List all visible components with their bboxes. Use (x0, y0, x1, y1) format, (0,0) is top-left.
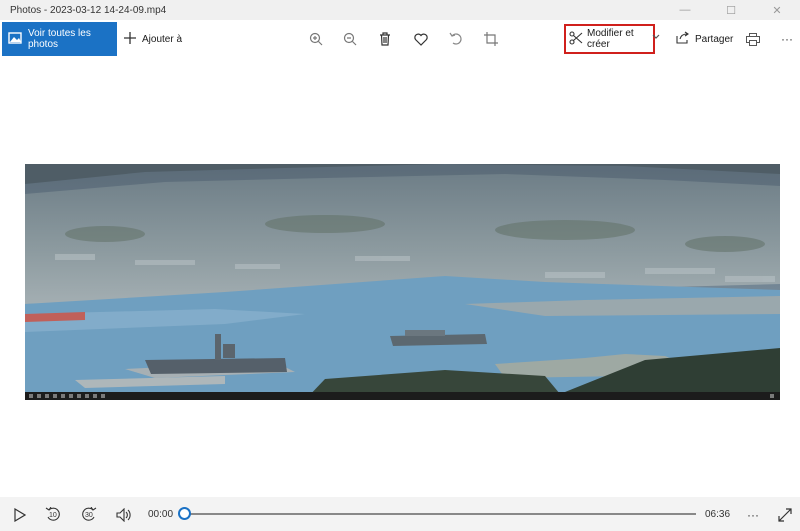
favorite-icon[interactable] (411, 29, 431, 49)
rewind-10-label: 10 (49, 512, 57, 519)
minimize-button[interactable]: — (662, 0, 708, 20)
crop-icon[interactable] (481, 29, 501, 49)
zoom-in-icon[interactable] (306, 29, 326, 49)
playback-controls: 10 30 00:00 06:36 ··· (0, 497, 800, 531)
seek-bar[interactable] (186, 513, 696, 515)
print-icon[interactable] (743, 29, 763, 49)
zoom-out-icon[interactable] (340, 29, 360, 49)
current-time: 00:00 (148, 509, 174, 520)
forward-30-label: 30 (85, 512, 93, 519)
share-icon (676, 31, 690, 47)
rewind-10-button[interactable]: 10 (43, 505, 63, 525)
add-to-label: Ajouter à (142, 33, 183, 45)
forward-30-button[interactable]: 30 (79, 505, 99, 525)
photos-icon (8, 31, 22, 47)
chevron-down-icon[interactable] (652, 32, 660, 42)
volume-icon[interactable] (114, 505, 134, 525)
window-title: Photos - 2023-03-12 14-24-09.mp4 (10, 4, 167, 16)
add-to-button[interactable]: Ajouter à (124, 22, 182, 56)
fullscreen-icon[interactable] (775, 505, 795, 525)
plus-icon (124, 31, 136, 47)
close-button[interactable]: ✕ (754, 0, 800, 20)
maximize-button[interactable]: ☐ (708, 0, 754, 20)
edit-create-label: Modifier et créer (587, 28, 634, 50)
share-label: Partager (695, 33, 734, 45)
toolbar: Voir toutes les photos Ajouter à Modifie… (0, 20, 800, 58)
share-button[interactable]: Partager (676, 24, 733, 54)
total-time: 06:36 (705, 509, 731, 520)
view-all-photos-button[interactable]: Voir toutes les photos (2, 22, 117, 56)
video-frame-image (25, 164, 780, 400)
rotate-icon[interactable] (446, 29, 466, 49)
play-button[interactable] (10, 505, 30, 525)
player-more-button[interactable]: ··· (743, 505, 763, 525)
seek-thumb[interactable] (178, 507, 191, 520)
delete-icon[interactable] (375, 29, 395, 49)
video-frame[interactable] (25, 164, 780, 400)
video-taskbar (25, 392, 780, 400)
title-bar: Photos - 2023-03-12 14-24-09.mp4 — ☐ ✕ (0, 0, 800, 20)
edit-create-button[interactable]: Modifier et créer (564, 24, 655, 54)
more-options-button[interactable]: ··· (777, 29, 797, 49)
scissors-icon (569, 30, 583, 48)
view-all-photos-label: Voir toutes les photos (28, 28, 91, 50)
